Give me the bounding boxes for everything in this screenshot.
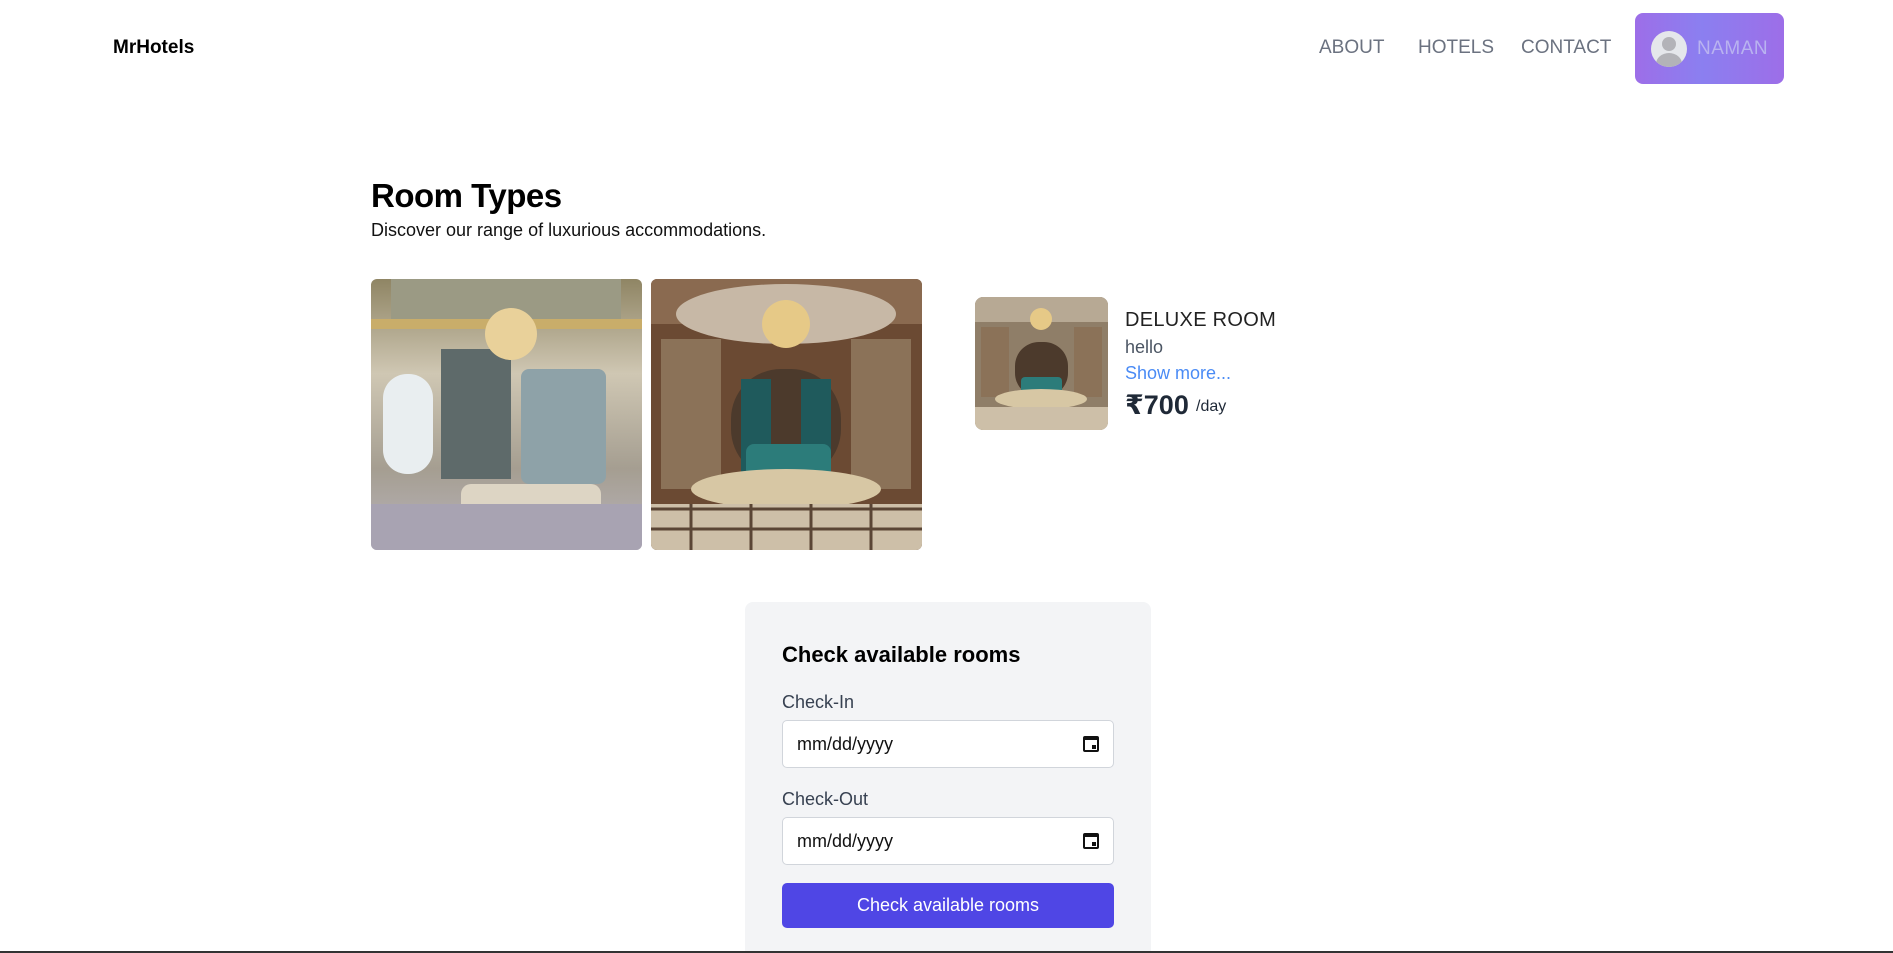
nav-about[interactable]: ABOUT [1319, 37, 1384, 59]
room-card: DELUXE ROOM hello Show more... ₹700 /day [975, 297, 1315, 432]
brand-logo[interactable]: MrHotels [113, 37, 194, 59]
checkout-date-value: mm/dd/yyyy [797, 830, 894, 851]
checkin-date-value: mm/dd/yyyy [797, 733, 894, 754]
page-subtitle: Discover our range of luxurious accommod… [371, 220, 767, 240]
user-menu-button[interactable]: NAMAN [1635, 13, 1784, 84]
checkin-label: Check-In [782, 692, 855, 712]
room-photo-1 [371, 279, 642, 550]
user-avatar-icon [1651, 30, 1687, 67]
nav-contact[interactable]: CONTACT [1521, 37, 1611, 59]
room-price: ₹700 [1125, 390, 1189, 420]
room-thumbnail[interactable] [975, 297, 1108, 430]
nav-hotels[interactable]: HOTELS [1418, 37, 1494, 59]
checkin-date-input[interactable]: mm/dd/yyyy [782, 720, 1114, 768]
room-description: hello [1125, 337, 1164, 357]
page-title: Room Types [371, 177, 562, 214]
room-photo-2 [651, 279, 922, 550]
check-availability-button[interactable]: Check available rooms [782, 883, 1114, 928]
show-more-link[interactable]: Show more... [1125, 363, 1231, 384]
checkout-label: Check-Out [782, 789, 869, 809]
user-name: NAMAN [1697, 37, 1769, 59]
room-name: DELUXE ROOM [1125, 309, 1277, 331]
checkout-date-input[interactable]: mm/dd/yyyy [782, 817, 1114, 865]
availability-form: Check available rooms Check-In mm/dd/yyy… [745, 602, 1151, 953]
form-title: Check available rooms [782, 642, 1021, 667]
calendar-icon[interactable] [1083, 833, 1099, 849]
room-price-unit: /day [1196, 398, 1227, 415]
calendar-icon[interactable] [1083, 736, 1099, 752]
site-header: MrHotels ABOUT HOTELS CONTACT NAMAN [0, 0, 1893, 98]
